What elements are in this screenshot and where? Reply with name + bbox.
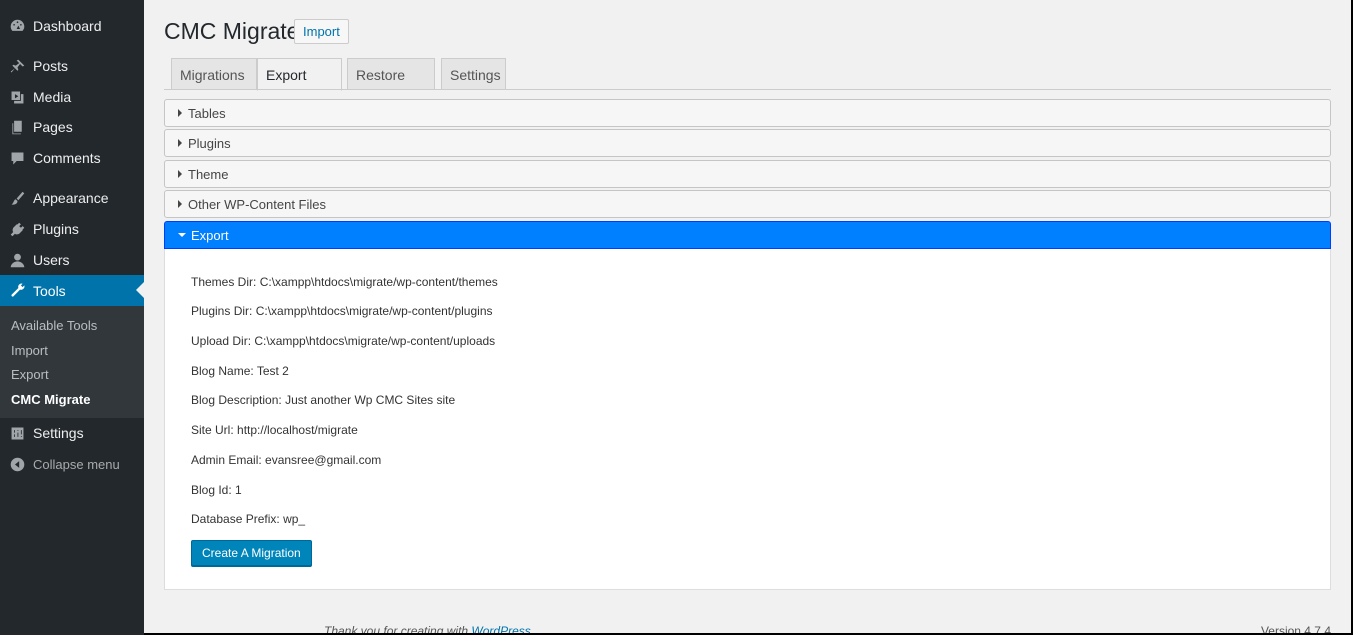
menu-media[interactable]: Media	[0, 82, 144, 112]
pages-icon	[7, 117, 27, 137]
info-value: 1	[235, 483, 242, 497]
info-database-prefix: Database Prefix: wp_	[191, 512, 306, 526]
menu-label: Pages	[33, 119, 73, 135]
tab-divider	[164, 89, 1331, 90]
info-themes-dir: Themes Dir: C:\xampp\htdocs\migrate/wp-c…	[191, 275, 498, 289]
page-title: CMC Migrate	[164, 18, 300, 44]
tab-migrations[interactable]: Migrations	[171, 58, 257, 90]
collapse-menu-button[interactable]: Collapse menu	[0, 449, 144, 479]
info-blog-description: Blog Description: Just another Wp CMC Si…	[191, 393, 456, 407]
menu-label: Plugins	[33, 221, 79, 237]
submenu-available-tools[interactable]: Available Tools	[11, 318, 97, 333]
tab-settings[interactable]: Settings	[441, 58, 506, 90]
info-site-url: Site Url: http://localhost/migrate	[191, 423, 358, 437]
info-upload-dir: Upload Dir: C:\xampp\htdocs\migrate/wp-c…	[191, 334, 496, 348]
import-button[interactable]: Import	[294, 19, 349, 44]
info-admin-email: Admin Email: evansree@gmail.com	[191, 453, 382, 467]
menu-settings[interactable]: Settings	[0, 418, 144, 448]
info-blog-name: Blog Name: Test 2	[191, 364, 289, 378]
info-value: wp_	[283, 512, 306, 526]
sliders-icon	[7, 423, 27, 443]
menu-users[interactable]: Users	[0, 245, 144, 275]
tab-export-site[interactable]: Export Site	[257, 58, 342, 115]
caret-right-icon	[178, 139, 182, 147]
dashboard-icon	[7, 16, 27, 36]
info-blog-id: Blog Id: 1	[191, 483, 242, 497]
menu-label: Settings	[33, 425, 84, 441]
info-value: C:\xampp\htdocs\migrate/wp-content/uploa…	[254, 334, 496, 348]
accordion-label: Other WP-Content Files	[188, 196, 326, 212]
brush-icon	[7, 188, 27, 208]
menu-tools[interactable]: Tools	[0, 275, 144, 306]
media-icon	[7, 87, 27, 107]
comment-icon	[7, 148, 27, 168]
caret-right-icon	[178, 109, 182, 117]
pin-icon	[7, 56, 27, 76]
user-icon	[7, 250, 27, 270]
collapse-icon	[7, 454, 27, 474]
menu-appearance[interactable]: Appearance	[0, 183, 144, 213]
menu-label: Media	[33, 89, 72, 105]
info-value: Test 2	[256, 364, 289, 378]
submenu-export[interactable]: Export	[11, 367, 49, 382]
export-panel: Themes Dir: C:\xampp\htdocs\migrate/wp-c…	[164, 249, 1331, 590]
caret-down-icon	[178, 233, 186, 237]
accordion-other-wp-content[interactable]: Other WP-Content Files	[164, 190, 1331, 218]
accordion-plugins[interactable]: Plugins	[164, 129, 1331, 157]
admin-sidebar: Dashboard Posts Media Pages Comments App…	[0, 0, 144, 635]
menu-posts[interactable]: Posts	[0, 51, 144, 81]
accordion-label: Theme	[188, 166, 229, 182]
accordion-label: Plugins	[188, 135, 231, 151]
accordion-theme[interactable]: Theme	[164, 160, 1331, 188]
wrench-icon	[7, 281, 27, 301]
menu-label: Posts	[33, 58, 69, 74]
accordion-label: Export	[191, 227, 229, 243]
create-migration-button[interactable]: Create A Migration	[191, 540, 312, 566]
menu-label: Comments	[33, 150, 101, 166]
menu-label: Tools	[33, 282, 66, 299]
menu-plugins[interactable]: Plugins	[0, 214, 144, 244]
tools-submenu: Available Tools Import Export CMC Migrat…	[0, 306, 144, 418]
info-value: http://localhost/migrate	[237, 423, 358, 437]
menu-comments[interactable]: Comments	[0, 143, 144, 173]
menu-pages[interactable]: Pages	[0, 112, 144, 142]
submenu-import[interactable]: Import	[11, 343, 48, 358]
plug-icon	[7, 219, 27, 239]
info-plugins-dir: Plugins Dir: C:\xampp\htdocs\migrate/wp-…	[191, 304, 493, 318]
info-value: evansree@gmail.com	[265, 453, 382, 467]
submenu-cmc-migrate[interactable]: CMC Migrate	[11, 392, 90, 407]
caret-right-icon	[178, 170, 182, 178]
menu-label: Appearance	[33, 190, 109, 206]
collapse-label: Collapse menu	[33, 456, 120, 472]
caret-right-icon	[178, 200, 182, 208]
menu-dashboard[interactable]: Dashboard	[0, 11, 144, 41]
info-value: C:\xampp\htdocs\migrate/wp-content/theme…	[259, 275, 498, 289]
info-value: Just another Wp CMC Sites site	[285, 393, 456, 407]
accordion-export[interactable]: Export	[164, 221, 1331, 249]
menu-label: Dashboard	[33, 18, 102, 34]
accordion-tables[interactable]: Tables	[164, 99, 1331, 127]
tab-restore-site[interactable]: Restore Site	[347, 58, 435, 115]
info-value: C:\xampp\htdocs\migrate/wp-content/plugi…	[255, 304, 493, 318]
menu-label: Users	[33, 252, 70, 268]
accordion-label: Tables	[188, 105, 226, 121]
